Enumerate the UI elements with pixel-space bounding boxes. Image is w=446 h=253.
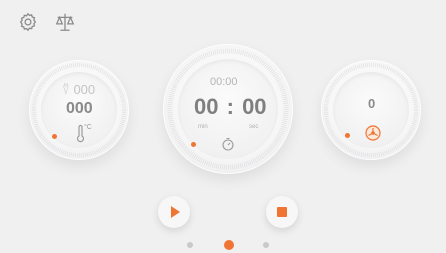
stopwatch-icon <box>220 136 236 157</box>
settings-gear-icon[interactable] <box>17 11 39 33</box>
weight-value: 000 <box>66 100 93 117</box>
weight-icon: ⍢ <box>62 82 70 97</box>
balance-scale-icon[interactable] <box>54 11 76 33</box>
stop-button[interactable] <box>266 196 298 228</box>
stop-icon <box>277 207 287 217</box>
target-time: 00:00 <box>210 76 238 88</box>
seconds-label: sec <box>249 124 259 130</box>
speed-value: 0 <box>368 96 376 111</box>
start-button[interactable] <box>158 196 190 228</box>
page-dot-1[interactable] <box>187 242 193 248</box>
status-dot <box>52 134 57 139</box>
page-dot-2[interactable] <box>224 240 234 250</box>
fan-icon <box>364 124 382 147</box>
timer-separator: : <box>226 94 234 119</box>
timer-seconds: 00 <box>242 94 267 119</box>
status-dot <box>345 133 350 138</box>
page-dot-3[interactable] <box>263 242 269 248</box>
timer-minutes: 00 <box>194 94 219 119</box>
tare-readout: ⍢ 000 <box>62 82 96 97</box>
speed-dial[interactable]: 0 <box>321 60 421 160</box>
timer-dial[interactable]: 00:00 00 : 00 min sec <box>163 44 293 174</box>
status-dot <box>191 142 196 147</box>
minutes-label: min <box>198 124 208 130</box>
play-icon <box>171 206 180 218</box>
weight-dial[interactable]: ⍢ 000 000 °C <box>29 60 129 160</box>
timer-readout: 00 : 00 <box>194 94 267 120</box>
temp-unit: °C <box>84 124 92 131</box>
thermometer-icon: °C <box>72 124 92 149</box>
